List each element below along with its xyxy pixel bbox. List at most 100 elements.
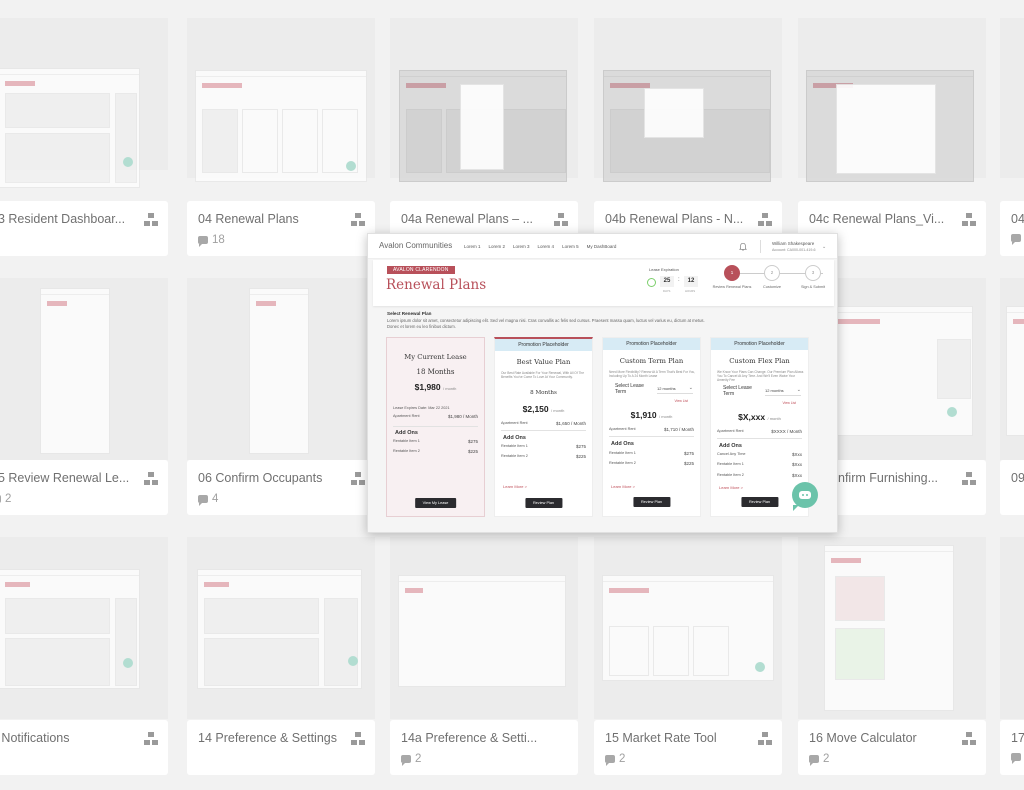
plan-price: $1,980 / month: [414, 382, 457, 392]
chatbot-icon[interactable]: [792, 482, 818, 511]
learn-more-link[interactable]: Learn More >: [503, 484, 527, 489]
tile-title: 15 Market Rate Tool: [605, 731, 717, 745]
plan-name: Best Value Plan: [516, 358, 571, 366]
select-lease-term-label: Select Lease Term: [615, 383, 644, 395]
renewal-plans-preview[interactable]: Avalon Communities Lorem 1 Lorem 2 Lorem…: [367, 233, 838, 533]
nav-link[interactable]: Lorem 4: [538, 244, 555, 249]
plan-description: We Know Your Plans Can Change. Our Premi…: [717, 370, 804, 383]
plan-price: $X,xxx / month: [738, 412, 781, 422]
addons-heading: Add Ons: [395, 430, 418, 436]
user-menu[interactable]: William Shakespeare Account: CA000-001-4…: [772, 240, 816, 254]
plan-name: Custom Flex Plan: [729, 357, 790, 365]
review-plan-button[interactable]: Review Plan: [524, 498, 563, 508]
prototype-gallery: 03 Resident Dashboar... 04 Renewal Plans…: [0, 0, 1024, 790]
comment-count: 2: [605, 753, 625, 766]
addon-row: Rentable Item 1 $275: [609, 451, 694, 456]
comment-icon: [1011, 234, 1021, 245]
step-2[interactable]: 2: [764, 265, 780, 281]
chevron-down-icon[interactable]: ⌄: [822, 244, 826, 250]
addons-heading: Add Ons: [719, 443, 742, 449]
comment-icon: [401, 755, 411, 766]
review-plan-button[interactable]: Review Plan: [740, 497, 779, 507]
plan-price: $2,150 / month: [522, 404, 565, 414]
addon-row: Rentable Item 1 $275: [501, 444, 586, 449]
plan-term: 18 Months: [416, 368, 455, 376]
comment-icon: [1011, 753, 1021, 764]
clock-icon: [647, 278, 656, 287]
review-plan-button[interactable]: Review Plan: [632, 497, 671, 507]
page-title: Renewal Plans: [386, 277, 487, 293]
tile-title: nfirm Furnishing...: [838, 471, 939, 485]
flow-icon: [351, 472, 365, 486]
comment-count: [1011, 753, 1021, 764]
tile-title: 05 Review Renewal Le...: [0, 471, 130, 485]
step-3-label: Sign & Submit: [800, 285, 826, 289]
brand-logo[interactable]: Avalon Communities: [379, 241, 452, 250]
step-2-label: Customize: [763, 285, 781, 289]
rent-row: Apartment Rent $1,710 / Month: [609, 427, 694, 432]
flow-icon: [144, 732, 158, 746]
flow-icon: [144, 213, 158, 227]
plan-description: Need More Flexibility? Renew At A Term T…: [609, 370, 696, 379]
nav-link[interactable]: Lorem 5: [562, 244, 579, 249]
user-name: William Shakespeare: [772, 241, 815, 246]
top-nav: Avalon Communities Lorem 1 Lorem 2 Lorem…: [368, 234, 837, 259]
nav-link[interactable]: Lorem 2: [489, 244, 506, 249]
nav-links: Lorem 1 Lorem 2 Lorem 3 Lorem 4 Lorem 5 …: [464, 244, 616, 249]
tile-title: 09: [1011, 471, 1024, 485]
comment-count: 2: [0, 493, 11, 505]
rent-row: Apartment Rent $1,650 / Month: [501, 421, 586, 426]
comment-icon: [809, 755, 819, 766]
current-lease-card: My Current Lease 18 Months $1,980 / mont…: [386, 337, 485, 517]
rent-row: Apartment Rent $XXXX / Month: [717, 429, 802, 434]
comment-count: 2: [809, 753, 829, 766]
view-my-lease-button[interactable]: View My Lease: [414, 498, 457, 508]
section-description: Lorem ipsum dolor sit amet, consectetur …: [387, 318, 705, 329]
section-heading: Select Renewal Plan: [387, 311, 432, 316]
addon-row: Cancel Any Time $Xxx: [717, 452, 802, 457]
flow-icon: [351, 213, 365, 227]
step-1[interactable]: 1: [724, 265, 740, 281]
nav-link[interactable]: Lorem 3: [513, 244, 530, 249]
gallery-tile[interactable]: [0, 18, 168, 200]
learn-more-link[interactable]: Learn More >: [719, 485, 743, 490]
page-header: AVALON CLARENDON Renewal Plans Lease Exp…: [373, 260, 834, 306]
tile-title: 04b Renewal Plans - N...: [605, 212, 744, 226]
lease-term-select[interactable]: 12 months ⌄: [765, 387, 801, 396]
learn-more-link[interactable]: Learn More >: [611, 484, 635, 489]
tile-title: 06 Confirm Occupants: [198, 471, 323, 485]
tile-title: 3 Notifications: [0, 731, 70, 745]
view-list-link[interactable]: View List: [782, 401, 796, 405]
plan-name: Custom Term Plan: [619, 357, 684, 365]
flow-icon: [144, 472, 158, 486]
tile-title: 03 Resident Dashboar...: [0, 212, 126, 226]
nav-link[interactable]: Lorem 1: [464, 244, 481, 249]
community-badge: AVALON CLARENDON: [387, 266, 455, 274]
addon-row: Rentable Item 2 $225: [501, 454, 586, 459]
addon-row: Rentable Item 2 $225: [393, 449, 478, 454]
promo-banner: Promotion Placeholder: [603, 338, 700, 350]
tile-title: 04a Renewal Plans – ...: [401, 212, 534, 226]
addon-row: Rentable Item 1 $Xxx: [717, 462, 802, 467]
view-list-link[interactable]: View List: [674, 399, 688, 403]
lease-term-select[interactable]: 12 months ⌄: [657, 385, 693, 394]
comment-count: [1011, 234, 1021, 245]
addon-row: Rentable Item 2 $225: [609, 461, 694, 466]
lease-expiration-label: Lease Expiration: [649, 267, 679, 272]
comment-icon: [0, 495, 1, 503]
tile-title: 16 Move Calculator: [809, 731, 917, 745]
step-3[interactable]: 3: [805, 265, 821, 281]
plan-name: My Current Lease: [404, 353, 467, 361]
flow-icon: [962, 732, 976, 746]
tile-title: 04c Renewal Plans_Vi...: [809, 212, 945, 226]
step-1-label: Review Renewal Plans: [712, 285, 752, 289]
addons-heading: Add Ons: [503, 435, 526, 441]
rent-row: Apartment Rent $1,980 / Month: [393, 414, 478, 419]
flow-icon: [758, 213, 772, 227]
bell-icon[interactable]: [739, 242, 747, 251]
flow-icon: [758, 732, 772, 746]
flow-icon: [962, 213, 976, 227]
promo-banner: Promotion Placeholder: [495, 339, 592, 351]
flow-icon: [962, 472, 976, 486]
nav-link-dashboard[interactable]: My DashBoard: [587, 244, 617, 249]
